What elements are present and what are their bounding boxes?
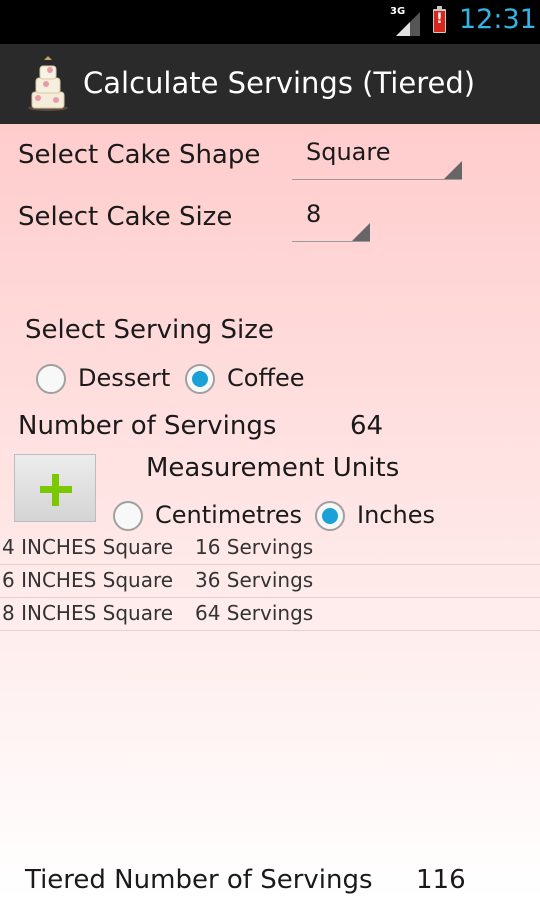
centimetres-radio[interactable] [113, 501, 143, 531]
tier-name: 4 INCHES Square [2, 535, 174, 559]
cake-size-value: 8 [306, 200, 322, 228]
serving-size-label: Select Serving Size [25, 315, 274, 345]
battery-icon: ! [433, 6, 446, 33]
number-of-servings-label: Number of Servings [18, 411, 277, 441]
inches-radio[interactable] [315, 501, 345, 531]
cake-shape-label: Select Cake Shape [18, 140, 261, 170]
tiered-servings-value: 116 [416, 865, 466, 895]
calculator-form: Select Cake Shape Square Select Cake Siz… [0, 124, 540, 900]
tiered-servings-label: Tiered Number of Servings [25, 865, 373, 895]
tier-servings: 16 Servings [195, 535, 314, 559]
action-bar: Calculate Servings (Tiered) [0, 44, 540, 124]
signal-icon [396, 12, 420, 36]
cake-icon[interactable] [26, 54, 70, 112]
tier-name: 8 INCHES Square [2, 601, 174, 625]
cake-size-label: Select Cake Size [18, 202, 233, 232]
dropdown-arrow-icon [352, 223, 370, 241]
number-of-servings-value: 64 [350, 411, 384, 441]
clock: 12:31 [459, 4, 537, 35]
coffee-radio[interactable] [185, 364, 215, 394]
list-item[interactable]: 4 INCHES Square 16 Servings [0, 532, 540, 565]
add-tier-button[interactable] [14, 454, 96, 522]
battery-warning: ! [436, 11, 443, 27]
list-item[interactable]: 8 INCHES Square 64 Servings [0, 598, 540, 631]
cake-size-spinner[interactable]: 8 [292, 200, 370, 242]
dropdown-arrow-icon [444, 161, 462, 179]
tier-name: 6 INCHES Square [2, 568, 174, 592]
measurement-units-label: Measurement Units [146, 453, 400, 483]
cake-shape-spinner[interactable]: Square [292, 138, 462, 180]
tier-servings: 64 Servings [195, 601, 314, 625]
centimetres-radio-label[interactable]: Centimetres [155, 501, 302, 529]
status-bar: 3G ! 12:31 [0, 0, 540, 44]
dessert-radio[interactable] [36, 364, 66, 394]
cake-shape-value: Square [306, 138, 391, 166]
tier-list: 4 INCHES Square 16 Servings 6 INCHES Squa… [0, 532, 540, 631]
list-item[interactable]: 6 INCHES Square 36 Servings [0, 565, 540, 598]
dessert-radio-label[interactable]: Dessert [78, 364, 170, 392]
tier-servings: 36 Servings [195, 568, 314, 592]
inches-radio-label[interactable]: Inches [357, 501, 435, 529]
coffee-radio-label[interactable]: Coffee [227, 364, 305, 392]
page-title: Calculate Servings (Tiered) [83, 66, 476, 100]
